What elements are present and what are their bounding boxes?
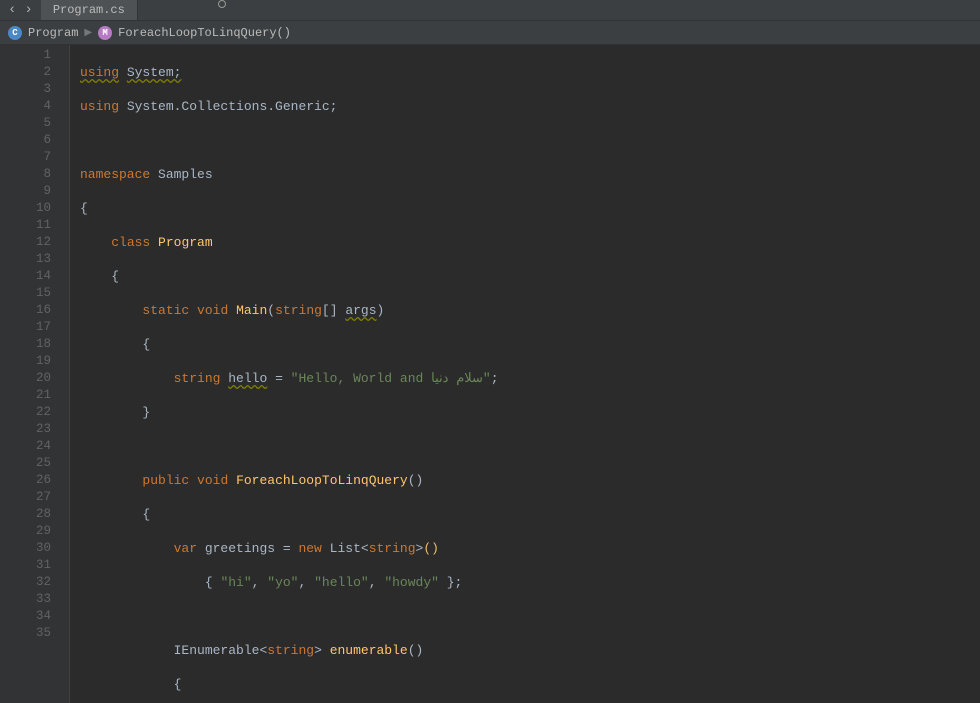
code-line[interactable]: namespace Samples <box>80 166 980 183</box>
code-area[interactable]: using System; using System.Collections.G… <box>70 45 980 703</box>
line-number[interactable]: 29 <box>0 523 51 540</box>
breadcrumb: C Program ▶ M ForeachLoopToLinqQuery() <box>0 21 980 45</box>
line-number[interactable]: 32 <box>0 574 51 591</box>
code-line[interactable]: class Program <box>80 234 980 251</box>
code-line[interactable]: var greetings = new List<string>() <box>80 540 980 557</box>
line-number[interactable]: 3 <box>0 81 51 98</box>
code-line[interactable]: static void Main(string[] args) <box>80 302 980 319</box>
line-number[interactable]: 23 <box>0 421 51 438</box>
line-number[interactable]: 6 <box>0 132 51 149</box>
line-number[interactable]: 34 <box>0 608 51 625</box>
code-line[interactable]: { <box>80 200 980 217</box>
file-tab-name: Program.cs <box>53 3 125 17</box>
code-line[interactable]: { <box>80 676 980 693</box>
code-line[interactable]: string hello = "Hello, World and سلام دن… <box>80 370 980 387</box>
line-number[interactable]: 26 <box>0 472 51 489</box>
line-number[interactable]: 4 <box>0 98 51 115</box>
gutter: 1234567891011121314151617181920212223242… <box>0 45 70 703</box>
method-icon: M <box>98 26 112 40</box>
code-line[interactable]: public void ForeachLoopToLinqQuery() <box>80 472 980 489</box>
line-number[interactable]: 24 <box>0 438 51 455</box>
line-number[interactable]: 7 <box>0 149 51 166</box>
code-line[interactable]: { <box>80 336 980 353</box>
line-number[interactable]: 33 <box>0 591 51 608</box>
line-number[interactable]: 27 <box>0 489 51 506</box>
line-number[interactable]: 11 <box>0 217 51 234</box>
file-tab[interactable]: Program.cs <box>41 0 138 20</box>
tab-options-icon[interactable] <box>218 0 226 8</box>
breadcrumb-class[interactable]: Program <box>28 26 78 40</box>
chevron-right-icon: ▶ <box>84 27 92 39</box>
tab-bar: ‹ › Program.cs <box>0 0 980 21</box>
line-number[interactable]: 18 <box>0 336 51 353</box>
line-number[interactable]: 25 <box>0 455 51 472</box>
code-line[interactable] <box>80 438 980 455</box>
code-line[interactable]: { <box>80 268 980 285</box>
line-number[interactable]: 14 <box>0 268 51 285</box>
line-number[interactable]: 22 <box>0 404 51 421</box>
line-number[interactable]: 20 <box>0 370 51 387</box>
line-number[interactable]: 21 <box>0 387 51 404</box>
line-number[interactable]: 16 <box>0 302 51 319</box>
line-number[interactable]: 1 <box>0 47 51 64</box>
line-number[interactable]: 8 <box>0 166 51 183</box>
code-line[interactable]: } <box>80 404 980 421</box>
breadcrumb-method[interactable]: ForeachLoopToLinqQuery() <box>118 26 291 40</box>
line-number[interactable]: 28 <box>0 506 51 523</box>
line-number[interactable]: 30 <box>0 540 51 557</box>
line-number[interactable]: 10 <box>0 200 51 217</box>
line-number[interactable]: 2 <box>0 64 51 81</box>
line-number[interactable]: 13 <box>0 251 51 268</box>
line-number[interactable]: 9 <box>0 183 51 200</box>
line-number[interactable]: 17 <box>0 319 51 336</box>
code-line[interactable]: { <box>80 506 980 523</box>
nav-forward-icon[interactable]: › <box>22 3 34 17</box>
line-number[interactable]: 31 <box>0 557 51 574</box>
code-line[interactable] <box>80 132 980 149</box>
code-line[interactable] <box>80 608 980 625</box>
code-line[interactable]: { "hi", "yo", "hello", "howdy" }; <box>80 574 980 591</box>
class-icon: C <box>8 26 22 40</box>
code-line[interactable]: using System.Collections.Generic; <box>80 98 980 115</box>
line-number[interactable]: 35 <box>0 625 51 642</box>
line-number[interactable]: 5 <box>0 115 51 132</box>
nav-back-icon[interactable]: ‹ <box>6 3 18 17</box>
line-number[interactable]: 19 <box>0 353 51 370</box>
nav-arrows: ‹ › <box>0 0 41 20</box>
line-number[interactable]: 15 <box>0 285 51 302</box>
editor: 1234567891011121314151617181920212223242… <box>0 45 980 703</box>
code-line[interactable]: using System; <box>80 64 980 81</box>
line-number[interactable]: 12 <box>0 234 51 251</box>
code-line[interactable]: IEnumerable<string> enumerable() <box>80 642 980 659</box>
